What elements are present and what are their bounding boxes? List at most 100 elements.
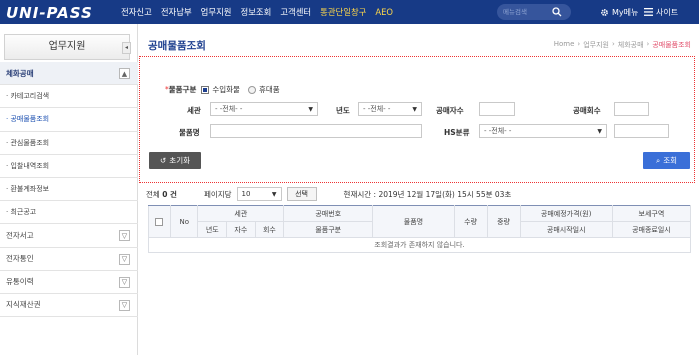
hs-code-select-value: - -전체- - <box>484 127 512 135</box>
col-customs: 세관 <box>197 205 285 222</box>
auction-times-input[interactable] <box>479 102 515 116</box>
hs-code-input[interactable] <box>614 124 669 138</box>
breadcrumb-home[interactable]: Home <box>554 40 575 50</box>
menu-search-box <box>497 4 571 20</box>
nav-e-declaration[interactable]: 전자신고 <box>121 6 152 18</box>
breadcrumb-separator: › <box>577 40 581 48</box>
search-condition-panel <box>139 56 695 183</box>
breadcrumb-surplus-auction[interactable]: 체화공매 <box>618 40 644 50</box>
expand-icon[interactable]: ▽ <box>119 230 130 242</box>
select-all-checkbox[interactable] <box>155 217 164 226</box>
search-icon: ⌕ <box>655 155 661 165</box>
collapse-icon[interactable]: ▲ <box>119 68 130 79</box>
menu-search-input[interactable] <box>503 8 551 16</box>
chevron-down-icon: ▼ <box>271 191 277 198</box>
sidebar-item-interest-goods[interactable]: · 관심물품조회 <box>0 132 138 155</box>
per-page-label: 페이지당 <box>203 189 232 199</box>
sidebar-item-e-clearance[interactable]: 전자통인 ▽ <box>0 248 138 271</box>
sidebar-item-label: 지식재산권 <box>6 300 41 310</box>
goods-type-label: 물품구분 <box>168 85 197 94</box>
import-cargo-label[interactable]: 수입화물 <box>212 84 240 95</box>
per-page-value: 10 <box>241 190 251 198</box>
sidebar-title: 업무지원 <box>4 34 130 60</box>
breadcrumb-separator: › <box>611 40 615 48</box>
sidebar: 업무지원 ◂ 체화공매 ▲ · 카테고리검색 · 공매물품조회 · 관심물품조회… <box>0 24 138 355</box>
sidebar-item-recent-notice[interactable]: · 최근공고 <box>0 201 138 225</box>
import-cargo-checkbox[interactable] <box>201 85 210 94</box>
sidebar-item-category-search[interactable]: · 카테고리검색 <box>0 85 138 109</box>
sidebar-collapse-icon[interactable]: ◂ <box>122 42 131 54</box>
nav-work-support[interactable]: 업무지원 <box>201 6 232 18</box>
breadcrumb-work-support[interactable]: 업무지원 <box>583 40 609 50</box>
customs-label: 세관 <box>187 106 201 115</box>
sidebar-item-distribution-history[interactable]: 유통이력 ▽ <box>0 271 138 294</box>
auction-times-label: 공매자수 <box>436 106 464 115</box>
customs-select-value: - -전체- - <box>215 105 243 113</box>
goods-type-row: * 물품구분 수입화물 휴대품 <box>165 84 280 95</box>
col-no: No <box>169 205 199 238</box>
expand-icon[interactable]: ▽ <box>119 299 130 311</box>
search-icon[interactable] <box>552 7 562 17</box>
svg-text:UNI-PASS: UNI-PASS <box>6 4 93 22</box>
carry-on-radio[interactable] <box>247 85 256 94</box>
carry-on-label[interactable]: 휴대품 <box>259 84 280 95</box>
hamburger-icon <box>644 8 653 16</box>
chevron-down-icon: ▼ <box>597 128 602 135</box>
sidebar-item-label: · 관심물품조회 <box>6 138 50 147</box>
col-auction-number: 공매번호 <box>283 205 374 222</box>
nav-aeo[interactable]: AEO <box>375 7 393 17</box>
item-name-label: 물품명 <box>179 128 200 137</box>
table-header-row: No 세관 공매번호 물품명 수량 중량 공매예정가격(원) 보세구역 <box>148 205 692 238</box>
sidebar-menu: 체화공매 ▲ · 카테고리검색 · 공매물품조회 · 관심물품조회 · 입찰내역… <box>0 62 138 318</box>
auction-goods-table: No 세관 공매번호 물품명 수량 중량 공매예정가격(원) 보세구역 년도 자… <box>148 205 692 253</box>
col-round: 회수 <box>254 221 285 238</box>
sidebar-item-bid-history[interactable]: · 입찰내역조회 <box>0 155 138 178</box>
search-button[interactable]: ⌕ 조회 <box>643 152 690 169</box>
expand-icon[interactable]: ▽ <box>119 276 130 288</box>
nav-customer-center[interactable]: 고객센터 <box>280 6 311 18</box>
main-nav: 전자신고 전자납부 업무지원 정보조회 고객센터 통관단일창구 AEO <box>121 0 393 24</box>
search-button-label: 조회 <box>663 156 677 165</box>
my-menu-button[interactable]: My메뉴 <box>600 0 638 24</box>
auction-round-input[interactable] <box>614 102 649 116</box>
empty-message: 조회결과가 존재하지 않습니다. <box>148 237 691 253</box>
year-select[interactable]: - -전체- - ▼ <box>358 102 422 116</box>
item-name-input[interactable] <box>210 124 422 138</box>
nav-e-payment[interactable]: 전자납부 <box>161 6 192 18</box>
col-goods-type: 물품구분 <box>283 221 374 238</box>
sidebar-item-e-archive[interactable]: 전자서고 ▽ <box>0 224 138 248</box>
sidebar-item-ip-rights[interactable]: 지식재산권 ▽ <box>0 294 138 318</box>
reset-button[interactable]: ↺ 초기화 <box>149 152 201 169</box>
sidebar-item-label: 체화공매 <box>6 68 34 78</box>
result-summary-bar: 전체 0 건 페이지당 10 ▼ 선택 현재시간 : 2019년 12월 17일… <box>146 187 511 201</box>
sidebar-item-refund-account[interactable]: · 환불계좌정보 <box>0 178 138 202</box>
sitemap-button[interactable]: 사이트 <box>644 0 678 24</box>
per-page-select[interactable]: 10 ▼ <box>236 187 282 201</box>
total-count: 0 건 <box>162 189 177 199</box>
nav-single-window[interactable]: 통관단일창구 <box>320 6 366 18</box>
customs-select[interactable]: - -전체- - ▼ <box>210 102 318 116</box>
my-menu-label: My메뉴 <box>612 7 639 17</box>
total-label: 전체 <box>146 189 160 199</box>
expand-icon[interactable]: ▽ <box>119 253 130 265</box>
sidebar-item-label: 유통이력 <box>6 277 34 287</box>
year-label: 년도 <box>336 106 350 115</box>
current-time: 현재시간 : 2019년 12월 17일(화) 15시 55분 03초 <box>343 189 512 199</box>
top-nav-bar: UNI-PASS 전자신고 전자납부 업무지원 정보조회 고객센터 통관단일창구… <box>0 0 699 24</box>
sidebar-item-auction-goods[interactable]: · 공매물품조회 <box>0 108 138 132</box>
auction-round-label: 공매회수 <box>573 106 601 115</box>
hs-code-select[interactable]: - -전체- - ▼ <box>479 124 607 138</box>
sitemap-label: 사이트 <box>656 7 679 17</box>
sidebar-item-label: · 환불계좌정보 <box>6 185 50 194</box>
select-button[interactable]: 선택 <box>286 187 317 201</box>
chevron-down-icon: ▼ <box>308 106 313 113</box>
nav-info-inquiry[interactable]: 정보조회 <box>240 6 271 18</box>
chevron-down-icon: ▼ <box>412 106 417 113</box>
unipass-logo[interactable]: UNI-PASS <box>4 2 110 22</box>
breadcrumb: Home › 업무지원 › 체화공매 › 공매물품조회 <box>554 40 691 50</box>
col-quantity: 수량 <box>453 205 488 238</box>
sidebar-item-surplus-auction[interactable]: 체화공매 ▲ <box>0 62 138 86</box>
sidebar-item-label: · 공매물품조회 <box>6 115 50 124</box>
col-start-time: 공매시작일시 <box>519 221 613 238</box>
table-empty-row: 조회결과가 존재하지 않습니다. <box>148 237 691 253</box>
